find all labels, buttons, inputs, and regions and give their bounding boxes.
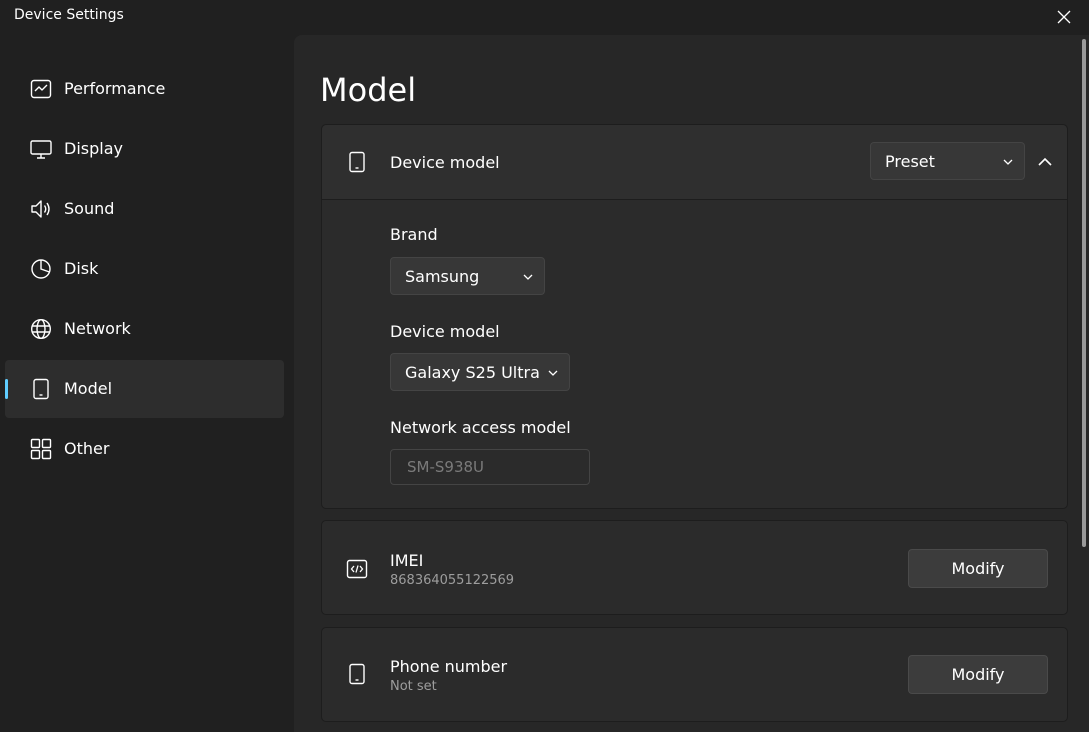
chevron-down-icon	[523, 274, 533, 280]
performance-chart-icon	[30, 78, 52, 100]
sidebar-item-label: Disk	[64, 259, 99, 278]
mode-dropdown-value: Preset	[885, 152, 935, 171]
brand-dropdown-value: Samsung	[405, 267, 480, 286]
tablet-icon	[346, 151, 368, 173]
grid-icon	[30, 438, 52, 460]
sidebar-item-label: Performance	[64, 79, 166, 98]
mode-dropdown[interactable]: Preset	[870, 142, 1025, 180]
scrollbar-thumb[interactable]	[1082, 39, 1086, 547]
sidebar-item-label: Sound	[64, 199, 115, 218]
speaker-icon	[30, 198, 52, 220]
sidebar-item-label: Model	[64, 379, 113, 398]
imei-title: IMEI	[390, 551, 424, 570]
page-title: Model	[320, 71, 417, 109]
sidebar-nav: Performance Display Sound Disk Network M…	[0, 35, 294, 732]
phone-number-card: Phone number Not set Modify	[321, 627, 1068, 722]
device-model-dropdown[interactable]: Galaxy S25 Ultra	[390, 353, 570, 391]
content-pane: Model Device model Preset Brand Samsung	[294, 35, 1089, 732]
device-model-card: Device model Preset Brand Samsung Device…	[321, 124, 1068, 509]
close-icon	[1057, 10, 1071, 24]
imei-card: IMEI 868364055122569 Modify	[321, 520, 1068, 615]
window-title: Device Settings	[14, 7, 124, 23]
sidebar-item-display[interactable]: Display	[5, 120, 284, 178]
code-icon	[346, 558, 368, 580]
device-model-label: Device model	[390, 322, 500, 341]
tablet-icon	[30, 378, 52, 400]
sidebar-item-label: Other	[64, 439, 110, 458]
chevron-up-icon	[1038, 157, 1052, 166]
sidebar-item-sound[interactable]: Sound	[5, 180, 284, 238]
network-access-model-input[interactable]	[390, 449, 590, 485]
chevron-down-icon	[1003, 159, 1013, 165]
pie-chart-icon	[30, 258, 52, 280]
brand-dropdown[interactable]: Samsung	[390, 257, 545, 295]
device-settings-window: Device Settings Performance Display Soun…	[0, 0, 1089, 732]
brand-label: Brand	[390, 225, 438, 244]
imei-value: 868364055122569	[390, 573, 515, 588]
sidebar-item-other[interactable]: Other	[5, 420, 284, 478]
phone-number-value: Not set	[390, 679, 437, 694]
sidebar-item-disk[interactable]: Disk	[5, 240, 284, 298]
monitor-icon	[30, 138, 52, 160]
title-bar: Device Settings	[0, 0, 1089, 35]
device-model-card-header[interactable]: Device model Preset	[322, 125, 1067, 200]
globe-icon	[30, 318, 52, 340]
sidebar-item-performance[interactable]: Performance	[5, 60, 284, 118]
device-model-dropdown-value: Galaxy S25 Ultra	[405, 363, 540, 382]
imei-modify-button[interactable]: Modify	[908, 549, 1048, 588]
sidebar-item-model[interactable]: Model	[5, 360, 284, 418]
sidebar-item-label: Display	[64, 139, 123, 158]
sidebar-item-label: Network	[64, 319, 131, 338]
chevron-down-icon	[548, 370, 558, 376]
phone-number-modify-button[interactable]: Modify	[908, 655, 1048, 694]
device-model-card-title: Device model	[390, 153, 500, 172]
active-indicator	[5, 379, 8, 399]
phone-number-title: Phone number	[390, 657, 508, 676]
sidebar-item-network[interactable]: Network	[5, 300, 284, 358]
collapse-button[interactable]	[1034, 151, 1056, 173]
network-access-model-label: Network access model	[390, 418, 571, 437]
close-button[interactable]	[1039, 0, 1089, 34]
tablet-icon	[346, 663, 368, 685]
